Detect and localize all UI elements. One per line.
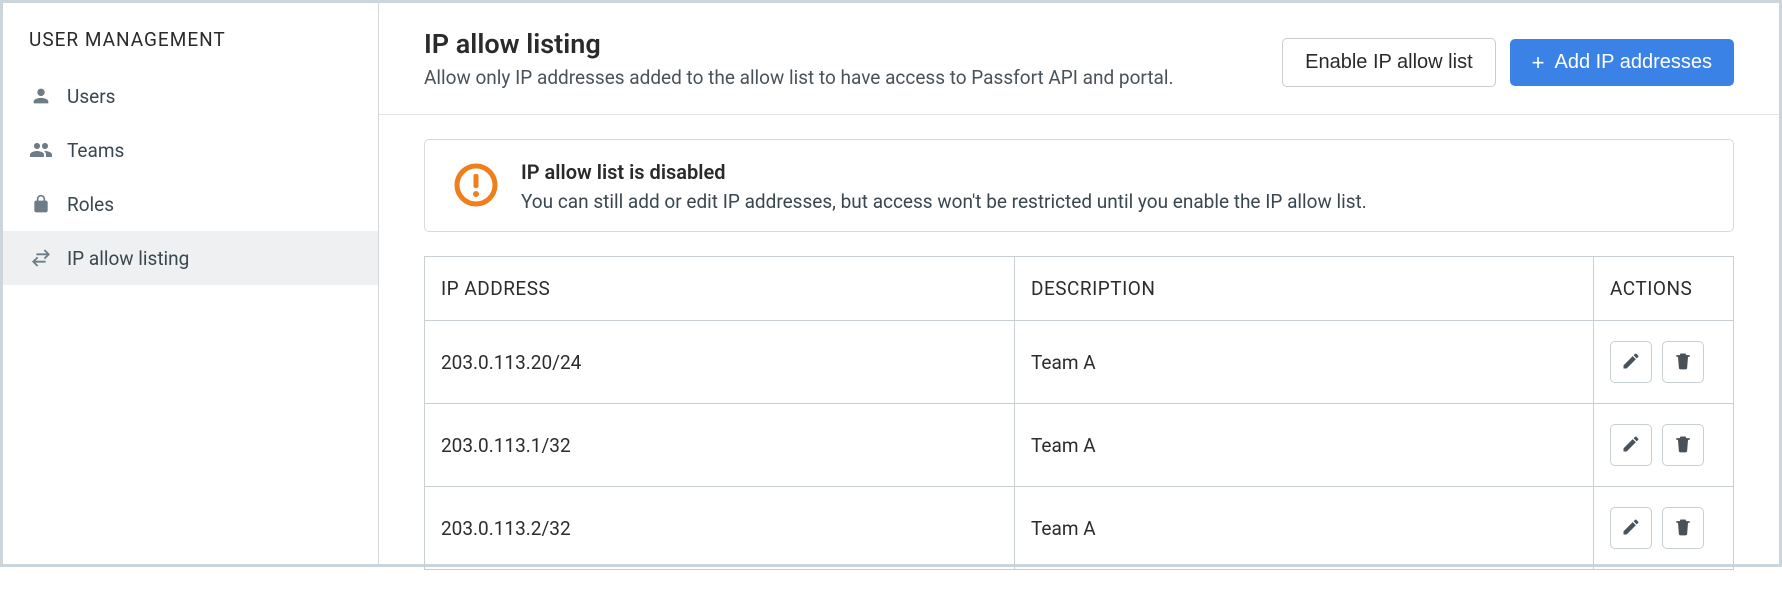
trash-icon — [1673, 434, 1693, 457]
pencil-icon — [1621, 434, 1641, 457]
page-title: IP allow listing — [424, 28, 1174, 60]
delete-button[interactable] — [1662, 341, 1704, 383]
swap-icon — [29, 246, 53, 270]
sidebar-title: USER MANAGEMENT — [3, 28, 378, 69]
plus-icon: + — [1532, 52, 1545, 74]
sidebar-item-label: Roles — [67, 193, 114, 216]
desc-cell: Team A — [1015, 404, 1594, 487]
lock-icon — [29, 192, 53, 216]
actions-cell — [1594, 487, 1734, 570]
trash-icon — [1673, 517, 1693, 540]
edit-button[interactable] — [1610, 341, 1652, 383]
sidebar-item-roles[interactable]: Roles — [3, 177, 378, 231]
sidebar: USER MANAGEMENT Users Teams Roles IP allow … — [3, 3, 379, 564]
main-content: IP allow listing Allow only IP addresses… — [379, 3, 1779, 564]
col-ip-header: IP ADDRESS — [425, 257, 1015, 321]
sidebar-item-teams[interactable]: Teams — [3, 123, 378, 177]
ip-cell: 203.0.113.1/32 — [425, 404, 1015, 487]
alert-banner: IP allow list is disabled You can still … — [424, 139, 1734, 232]
desc-cell: Team A — [1015, 487, 1594, 570]
sidebar-item-label: IP allow listing — [67, 247, 189, 270]
alert-text: You can still add or edit IP addresses, … — [521, 190, 1367, 213]
people-icon — [29, 138, 53, 162]
edit-button[interactable] — [1610, 507, 1652, 549]
trash-icon — [1673, 351, 1693, 374]
page-header: IP allow listing Allow only IP addresses… — [379, 3, 1779, 115]
enable-button-label: Enable IP allow list — [1305, 51, 1473, 74]
actions-cell — [1594, 321, 1734, 404]
pencil-icon — [1621, 351, 1641, 374]
sidebar-nav: Users Teams Roles IP allow listing — [3, 69, 378, 285]
ip-cell: 203.0.113.2/32 — [425, 487, 1015, 570]
col-desc-header: DESCRIPTION — [1015, 257, 1594, 321]
ip-cell: 203.0.113.20/24 — [425, 321, 1015, 404]
col-actions-header: ACTIONS — [1594, 257, 1734, 321]
enable-ip-allow-list-button[interactable]: Enable IP allow list — [1282, 38, 1496, 87]
delete-button[interactable] — [1662, 424, 1704, 466]
table-row: 203.0.113.20/24Team A — [425, 321, 1734, 404]
actions-cell — [1594, 404, 1734, 487]
person-icon — [29, 84, 53, 108]
ip-table: IP ADDRESS DESCRIPTION ACTIONS 203.0.113… — [424, 256, 1734, 570]
add-button-label: Add IP addresses — [1554, 51, 1712, 74]
page-subtitle: Allow only IP addresses added to the all… — [424, 66, 1174, 89]
pencil-icon — [1621, 517, 1641, 540]
warning-icon — [453, 162, 499, 208]
delete-button[interactable] — [1662, 507, 1704, 549]
add-ip-addresses-button[interactable]: + Add IP addresses — [1510, 39, 1734, 86]
desc-cell: Team A — [1015, 321, 1594, 404]
table-row: 203.0.113.1/32Team A — [425, 404, 1734, 487]
table-row: 203.0.113.2/32Team A — [425, 487, 1734, 570]
sidebar-item-ip-allow-listing[interactable]: IP allow listing — [3, 231, 378, 285]
sidebar-item-label: Users — [67, 85, 115, 108]
sidebar-item-users[interactable]: Users — [3, 69, 378, 123]
alert-title: IP allow list is disabled — [521, 160, 1367, 184]
edit-button[interactable] — [1610, 424, 1652, 466]
sidebar-item-label: Teams — [67, 139, 124, 162]
